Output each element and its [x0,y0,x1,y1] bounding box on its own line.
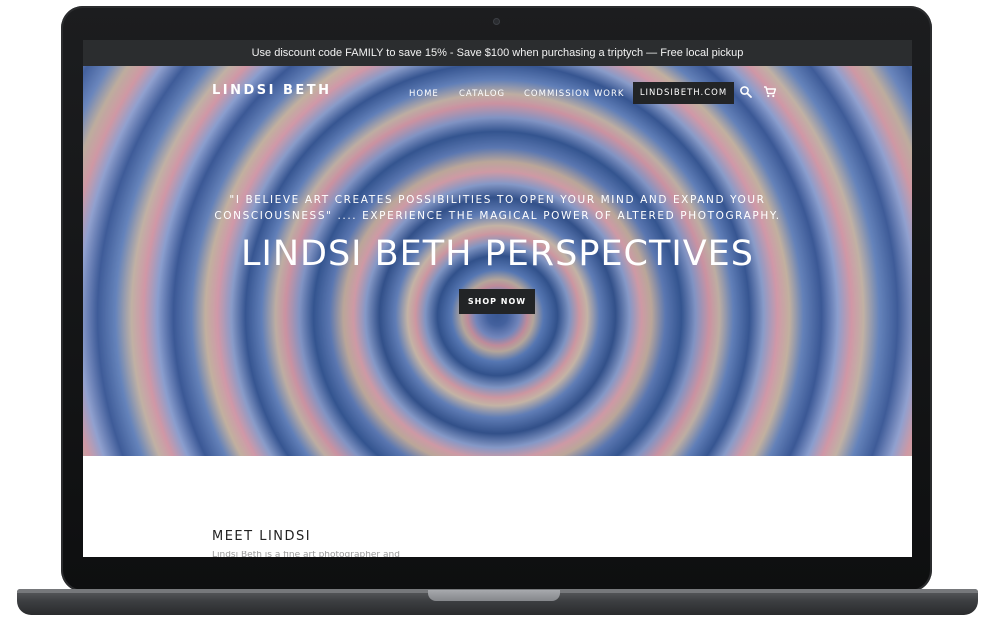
hero-banner: LINDSI BETH HOME CATALOG COMMISSION WORK… [83,66,912,456]
hero-headline: LINDSI BETH PERSPECTIVES [241,234,754,274]
hero-quote-line: CONSCIOUSNESS" .... EXPERIENCE THE MAGIC… [214,210,781,222]
announcement-bar: Use discount code FAMILY to save 15% - S… [83,40,912,66]
nav-commission-work[interactable]: COMMISSION WORK [524,89,624,99]
site-header: LINDSI BETH HOME CATALOG COMMISSION WORK… [83,66,912,126]
hero-quote: "I BELIEVE ART CREATES POSSIBILITIES TO … [163,192,832,224]
about-snippet: Lindsi Beth is a fine art photographer a… [212,551,400,557]
camera-icon [493,18,500,25]
cart-icon[interactable] [763,84,777,98]
laptop-hinge-notch [428,590,560,601]
section-heading: MEET LINDSI [212,529,312,544]
nav-site-link[interactable]: LINDSIBETH.COM [633,82,734,104]
site-logo[interactable]: LINDSI BETH [212,83,332,98]
hero-quote-line: "I BELIEVE ART CREATES POSSIBILITIES TO … [229,194,766,206]
shop-now-button[interactable]: SHOP NOW [459,289,535,314]
nav-home[interactable]: HOME [409,89,439,99]
nav-catalog[interactable]: CATALOG [459,89,505,99]
search-icon[interactable] [739,84,753,98]
browser-screen: Use discount code FAMILY to save 15% - S… [83,40,912,557]
